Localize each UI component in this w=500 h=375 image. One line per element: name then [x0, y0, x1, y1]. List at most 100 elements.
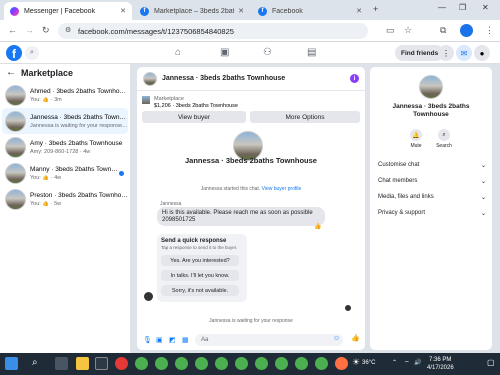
seen-indicator	[345, 305, 351, 311]
forward-arrow-icon[interactable]: →	[25, 25, 34, 35]
terminal-icon[interactable]	[95, 357, 108, 370]
minimize-button[interactable]: —	[438, 3, 446, 12]
tab-facebook[interactable]: f Facebook ✕	[252, 2, 368, 20]
chrome-icon[interactable]	[155, 357, 168, 370]
microphone-icon[interactable]: 🎙	[143, 336, 152, 344]
chat-avatar[interactable]	[143, 71, 157, 86]
bookmark-star-icon[interactable]: ☆	[404, 25, 412, 36]
thread-item-manny[interactable]: Manny · 3beds 2baths Townhouse You: 👍 · …	[2, 160, 128, 186]
url-text: facebook.com/messages/t/1237506854840825	[78, 26, 234, 36]
info-icon[interactable]: i	[350, 74, 359, 83]
new-tab-button[interactable]: +	[373, 4, 378, 14]
marketplace-icon[interactable]: ▣	[220, 47, 229, 58]
chat-header: Jannessa · 3beds 2baths Townhouse i	[137, 67, 365, 91]
thread-item-preston[interactable]: Preston · 3beds 2baths Townhouse You: 👍 …	[2, 186, 128, 212]
chat-info-panel: Jannessa · 3beds 2baths Townhouse 🔔 Mute…	[370, 67, 492, 350]
account-avatar[interactable]: ●	[474, 45, 490, 61]
emoji-icon[interactable]: ☺	[333, 335, 340, 342]
file-explorer-icon[interactable]	[76, 357, 89, 370]
back-arrow-icon[interactable]: ←	[8, 25, 17, 35]
app-icon[interactable]	[335, 357, 348, 370]
mute-button[interactable]: 🔔 Mute	[401, 129, 431, 149]
home-icon[interactable]: ⌂	[175, 47, 181, 58]
browser-toolbar: ← → ↻ ⚙ facebook.com/messages/t/12375068…	[0, 20, 500, 42]
windows-start-icon[interactable]	[5, 357, 18, 370]
marketplace-title: ← Marketplace	[6, 67, 74, 78]
search-button[interactable]: ⌕ Search	[429, 129, 459, 149]
message-input[interactable]: Aa	[195, 334, 343, 346]
listing-card[interactable]: Marketplace $1,206 · 3beds 2baths Townho…	[142, 96, 238, 110]
chrome-icon[interactable]	[235, 357, 248, 370]
sticker-icon[interactable]: ◩	[169, 336, 176, 344]
thread-item-amy[interactable]: Amy · 3beds 2baths Townhouse Amy: 209-86…	[2, 134, 128, 160]
listing-price: $1,206 · 3beds 2baths Townhouse	[154, 103, 238, 109]
close-tab-icon[interactable]: ✕	[120, 7, 126, 15]
site-info-icon[interactable]: ⚙	[65, 26, 71, 34]
friends-icon[interactable]: ⚇	[263, 47, 272, 58]
find-friends-button[interactable]: Find friends	[395, 45, 445, 61]
thread-item-jannessa[interactable]: Jannessa · 3beds 2baths Townhouse Jannes…	[2, 108, 128, 134]
thread-name: Jannessa · 3beds 2baths Townhouse	[30, 113, 128, 121]
quick-response-yes[interactable]: Yes. Are you interested?	[161, 255, 239, 266]
chat-title[interactable]: Jannessa · 3beds 2baths Townhouse	[162, 75, 285, 82]
extensions-icon[interactable]: ⧉	[440, 25, 446, 36]
groups-icon[interactable]: ▤	[307, 47, 316, 58]
section-media-files[interactable]: Media, files and links ⌄	[378, 194, 486, 201]
chrome-icon[interactable]	[215, 357, 228, 370]
like-icon[interactable]: 👍	[351, 334, 360, 342]
reload-icon[interactable]: ↻	[42, 25, 50, 36]
task-view-icon[interactable]	[55, 357, 68, 370]
profile-avatar[interactable]	[460, 24, 473, 37]
waiting-notice: Jannessa is waiting for your response	[209, 318, 293, 324]
clock-time[interactable]: 7:36 PM	[429, 357, 451, 363]
close-window-button[interactable]: ✕	[482, 3, 489, 12]
quick-response-not-available[interactable]: Sorry, it's not available.	[161, 285, 239, 296]
mute-label: Mute	[410, 143, 422, 149]
listing-thumbnail	[5, 84, 26, 106]
chrome-icon[interactable]	[135, 357, 148, 370]
maximize-button[interactable]: ❐	[459, 3, 466, 12]
chevron-down-icon: ⌄	[480, 195, 486, 201]
clock-date[interactable]: 4/17/2026	[427, 365, 454, 371]
section-customise-chat[interactable]: Customise chat ⌄	[378, 162, 486, 169]
network-icon[interactable]: ⌔	[404, 359, 410, 367]
taskbar-search-icon[interactable]: ⌕	[32, 357, 38, 368]
view-buyer-button[interactable]: View buyer	[142, 111, 246, 123]
close-tab-icon[interactable]: ✕	[356, 7, 362, 15]
more-options-button[interactable]: More Options	[250, 111, 360, 123]
tab-marketplace[interactable]: f Marketplace – 3beds 2baths To ✕	[134, 2, 250, 20]
app-icon[interactable]	[115, 357, 128, 370]
section-chat-members[interactable]: Chat members ⌄	[378, 178, 486, 185]
search-icon[interactable]: ⌕	[25, 46, 39, 60]
chevron-down-icon: ⌄	[480, 211, 486, 217]
chrome-icon[interactable]	[315, 357, 328, 370]
chrome-icon[interactable]	[275, 357, 288, 370]
volume-icon[interactable]: 🔊	[414, 359, 421, 366]
cast-icon[interactable]: ▭	[386, 25, 395, 36]
chrome-icon[interactable]	[175, 357, 188, 370]
address-bar[interactable]: ⚙ facebook.com/messages/t/12375068548408…	[58, 23, 368, 39]
close-tab-icon[interactable]: ✕	[238, 7, 244, 15]
section-privacy-support[interactable]: Privacy & support ⌄	[378, 210, 486, 217]
chrome-icon[interactable]	[295, 357, 308, 370]
chrome-icon[interactable]	[255, 357, 268, 370]
weather-temp[interactable]: 36°C	[362, 360, 375, 366]
messenger-icon[interactable]: ✉	[456, 45, 472, 61]
chat-info-name: Jannessa · 3beds 2baths Townhouse	[392, 103, 470, 118]
image-icon[interactable]: ▣	[156, 336, 163, 344]
profile-name: Jannessa · 3beds 2baths Townhouse	[185, 156, 317, 165]
browser-menu-icon[interactable]: ⋮	[485, 25, 494, 36]
notification-icon[interactable]: ▢	[487, 358, 495, 367]
tab-title: Messenger | Facebook	[24, 7, 96, 15]
back-arrow-icon[interactable]: ←	[6, 67, 16, 78]
tab-messenger[interactable]: Messenger | Facebook ✕	[4, 2, 132, 20]
facebook-logo[interactable]: f	[6, 45, 22, 61]
thread-item-ahmed[interactable]: Ahmed · 3beds 2baths Townhouse You: 👍 · …	[2, 82, 128, 108]
gif-icon[interactable]: ▦	[182, 336, 189, 344]
quick-response-in-talks[interactable]: In talks. I'll let you know.	[161, 270, 239, 281]
view-buyer-profile-link[interactable]: View buyer profile	[262, 186, 302, 192]
thread-preview: You: 👍 · 5w	[30, 200, 62, 207]
chevron-up-icon[interactable]: ⌃	[392, 359, 397, 366]
chrome-icon[interactable]	[195, 357, 208, 370]
menu-grid-icon[interactable]: ⋮	[438, 45, 454, 61]
